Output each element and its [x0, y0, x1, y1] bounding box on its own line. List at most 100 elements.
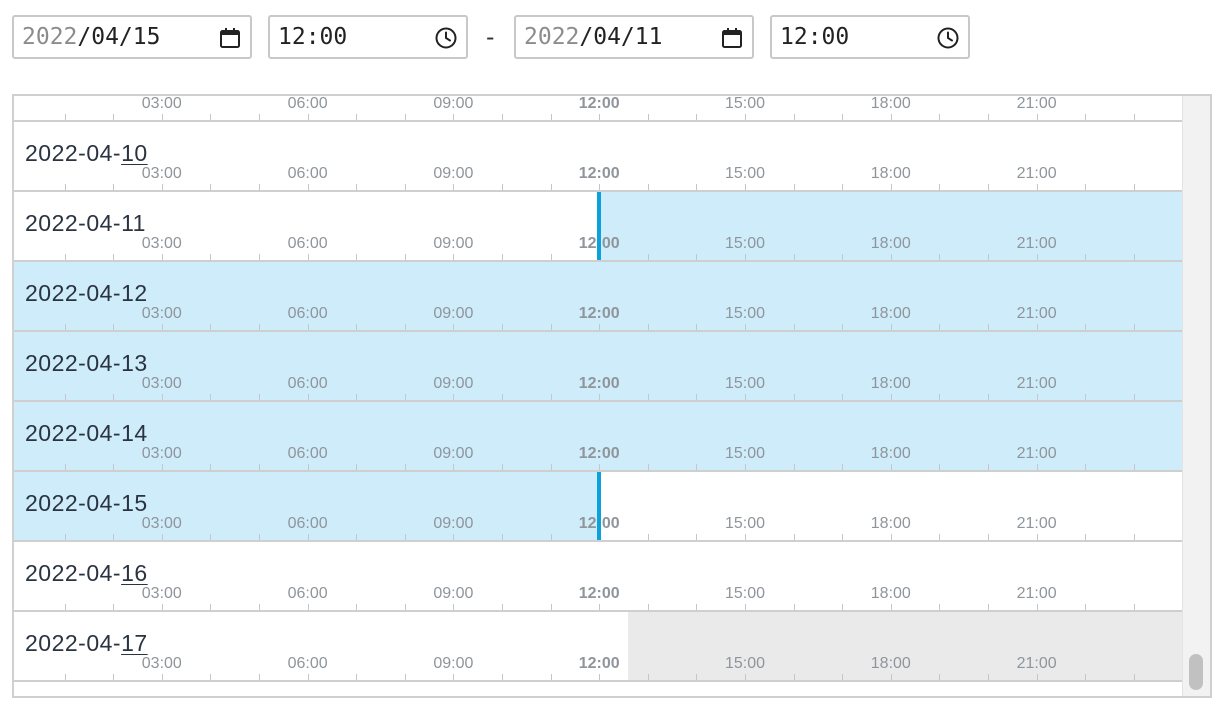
date-prefix: 2022-04- [25, 94, 121, 96]
date-day[interactable]: 16 [121, 560, 148, 586]
end-date-rest: /04/11 [579, 24, 663, 50]
hour-tick [793, 534, 795, 540]
hour-tick [1085, 534, 1087, 540]
hour-tick [842, 184, 844, 190]
hour-tick [696, 114, 698, 120]
hour-label: 06:00 [287, 305, 328, 322]
hour-tick [1036, 604, 1038, 610]
hour-tick [842, 534, 844, 540]
scrollbar[interactable] [1182, 96, 1210, 696]
hour-tick [210, 464, 212, 470]
hour-label: 12:00 [578, 95, 620, 112]
hour-tick [404, 604, 406, 610]
start-time-input[interactable]: 12:00 [268, 15, 468, 59]
hour-tick [745, 184, 746, 190]
end-time-input[interactable]: 12:00 [770, 15, 970, 59]
hour-label: 21:00 [1016, 515, 1057, 532]
hour-tick [259, 114, 260, 120]
date-day[interactable]: 17 [121, 630, 148, 656]
hour-tick [307, 464, 309, 470]
day-row[interactable]: 03:0006:0009:0012:0015:0018:0021:002022-… [14, 472, 1182, 542]
day-date-label: 2022-04-11 [25, 210, 146, 237]
hour-label: 12:00 [578, 305, 620, 322]
hour-tick [550, 674, 552, 680]
day-row[interactable]: 03:0006:0009:0012:0015:0018:0021:002022-… [14, 402, 1182, 472]
range-boundary-marker[interactable] [597, 472, 602, 540]
day-row[interactable]: 03:0006:0009:0012:0015:0018:0021:002022-… [14, 332, 1182, 402]
day-date-label: 2022-04-09 [25, 94, 148, 97]
hour-tick [64, 674, 66, 680]
hour-tick [1133, 324, 1135, 330]
hour-tick [1085, 674, 1087, 680]
hour-tick [64, 394, 66, 400]
day-row[interactable]: 03:0006:0009:0012:0015:0018:0021:002022-… [14, 94, 1182, 122]
calendar-icon[interactable] [720, 26, 744, 50]
hour-label: 09:00 [433, 585, 474, 602]
hour-tick [453, 324, 455, 330]
hour-label: 18:00 [870, 165, 911, 182]
hour-tick [113, 604, 115, 610]
scrollbar-thumb[interactable] [1189, 654, 1203, 690]
hour-tick [113, 324, 115, 330]
hour-tick [793, 464, 795, 470]
hour-label: 03:00 [141, 165, 182, 182]
day-row[interactable]: 03:0006:0009:0012:0015:0018:0021:002022-… [14, 542, 1182, 612]
hour-tick [647, 184, 649, 190]
hour-tick [793, 604, 795, 610]
hour-tick [453, 674, 455, 680]
hour-tick [161, 464, 163, 470]
day-date-label: 2022-04-13 [25, 350, 148, 377]
hour-tick [842, 254, 844, 260]
hour-tick [1036, 254, 1038, 260]
hour-tick [1036, 674, 1038, 680]
end-date-input[interactable]: 2022/04/11 [514, 15, 754, 59]
hour-label: 03:00 [141, 585, 182, 602]
hour-label: 18:00 [870, 235, 911, 252]
hour-tick [64, 254, 66, 260]
date-day[interactable]: 10 [121, 140, 148, 166]
day-timeline[interactable]: 03:00 06:00 09:00 12:00 15:00 18:00 21:00 2022-… [12, 94, 1212, 698]
hour-tick [356, 254, 358, 260]
hour-tick [793, 184, 795, 190]
hour-tick [453, 534, 455, 540]
hour-label: 18:00 [870, 585, 911, 602]
hour-tick [210, 394, 212, 400]
hour-tick [210, 674, 212, 680]
hour-tick [307, 534, 309, 540]
hour-tick [745, 324, 746, 330]
hour-label: 15:00 [724, 445, 766, 462]
hour-tick [842, 464, 844, 470]
start-date-input[interactable]: 2022/04/15 [12, 15, 252, 59]
hour-tick [890, 604, 892, 610]
day-row[interactable]: 03:0006:0009:0012:0015:0018:0021:002022-… [14, 262, 1182, 332]
day-row[interactable]: 03:0006:0009:0012:0015:0018:0021:002022-… [14, 612, 1182, 682]
hour-tick [988, 534, 989, 540]
date-prefix: 2022-04- [25, 350, 122, 376]
hour-tick [842, 394, 844, 400]
hour-tick [307, 674, 309, 680]
calendar-icon[interactable] [218, 26, 242, 50]
date-day[interactable]: 09 [121, 94, 148, 96]
hour-label: 21:00 [1016, 585, 1057, 602]
hour-tick [647, 534, 649, 540]
day-row[interactable]: 03:0006:0009:0012:0015:0018:0021:002022-… [14, 122, 1182, 192]
hour-label: 12:00 [578, 165, 620, 182]
hour-tick [161, 604, 163, 610]
hour-tick [939, 604, 941, 610]
hour-tick [113, 394, 115, 400]
end-time-value: 12:00 [780, 24, 850, 50]
hour-tick [259, 324, 260, 330]
hour-label: 12:00 [578, 585, 620, 602]
day-row[interactable]: 03:0006:0009:0012:0015:0018:0021:002022-… [14, 192, 1182, 262]
hour-tick [696, 604, 698, 610]
hour-label: 18:00 [870, 375, 911, 392]
hour-tick [890, 184, 892, 190]
hour-tick [1085, 184, 1087, 190]
hour-tick [113, 534, 115, 540]
hour-tick [745, 674, 746, 680]
clock-icon[interactable] [434, 26, 458, 50]
start-date-rest: /04/15 [77, 24, 161, 50]
clock-icon[interactable] [936, 26, 960, 50]
hour-tick [453, 464, 455, 470]
range-boundary-marker[interactable] [597, 192, 602, 260]
